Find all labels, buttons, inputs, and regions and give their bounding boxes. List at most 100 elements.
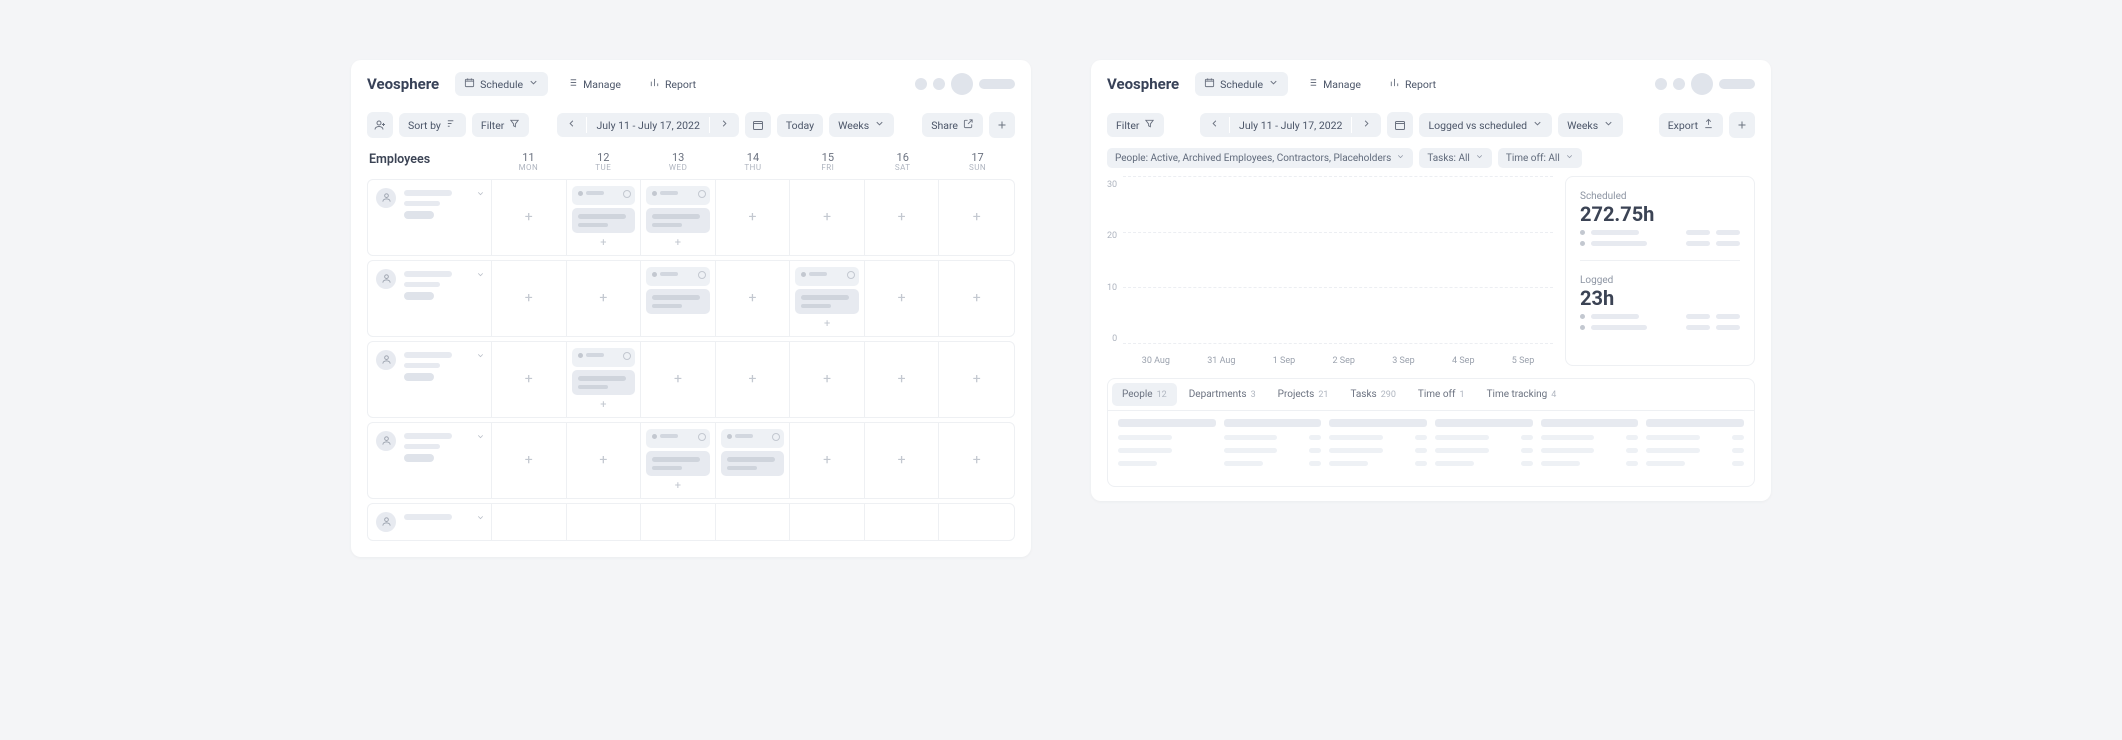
schedule-nav-button[interactable]: Schedule	[455, 72, 548, 96]
day-cell[interactable]: +	[492, 180, 567, 255]
share-button[interactable]: Share	[922, 113, 983, 137]
day-cell[interactable]: +	[567, 423, 642, 498]
add-task-icon[interactable]: +	[973, 209, 981, 225]
day-cell[interactable]	[865, 504, 940, 540]
task-card[interactable]	[572, 348, 636, 367]
calendar-picker-button[interactable]	[1387, 112, 1413, 138]
day-cell[interactable]: +	[865, 180, 940, 255]
add-task-icon[interactable]: +	[973, 290, 981, 306]
schedule-nav-button[interactable]: Schedule	[1195, 72, 1288, 96]
add-task-icon[interactable]: +	[646, 236, 710, 249]
chevron-down-icon[interactable]	[476, 512, 485, 525]
day-cell[interactable]: +	[716, 342, 791, 417]
report-nav-button[interactable]: Report	[1380, 72, 1445, 96]
day-cell[interactable]	[790, 504, 865, 540]
filter-button[interactable]: Filter	[1107, 113, 1164, 137]
task-card[interactable]	[572, 186, 636, 205]
day-cell[interactable]	[492, 504, 567, 540]
day-cell[interactable]: +	[641, 180, 716, 255]
manage-nav-button[interactable]: Manage	[558, 72, 630, 96]
add-task-icon[interactable]: +	[572, 398, 636, 411]
prev-button[interactable]	[1200, 113, 1229, 137]
add-person-button[interactable]	[367, 112, 393, 138]
export-button[interactable]: Export	[1659, 113, 1723, 137]
day-cell[interactable]	[716, 423, 791, 498]
task-card-expanded[interactable]	[572, 208, 636, 233]
add-task-icon[interactable]: +	[898, 452, 906, 468]
date-range-button[interactable]: July 11 - July 17, 2022	[587, 114, 708, 137]
task-card[interactable]	[646, 429, 710, 448]
day-cell[interactable]: +	[567, 261, 642, 336]
employee-cell[interactable]	[368, 342, 492, 417]
chevron-down-icon[interactable]	[476, 188, 485, 201]
next-button[interactable]	[1352, 113, 1381, 137]
day-cell[interactable]: +	[716, 180, 791, 255]
day-cell[interactable]: +	[939, 342, 1014, 417]
next-button[interactable]	[710, 113, 739, 137]
add-task-icon[interactable]: +	[674, 371, 682, 387]
manage-nav-button[interactable]: Manage	[1298, 72, 1370, 96]
day-cell[interactable]: +	[939, 180, 1014, 255]
people-filter-chip[interactable]: People: Active, Archived Employees, Cont…	[1107, 148, 1413, 168]
day-cell[interactable]: +	[790, 342, 865, 417]
calendar-picker-button[interactable]	[745, 112, 771, 138]
today-button[interactable]: Today	[777, 114, 823, 137]
add-task-icon[interactable]: +	[749, 290, 757, 306]
add-task-icon[interactable]: +	[525, 209, 533, 225]
task-card[interactable]	[721, 429, 785, 448]
day-cell[interactable]: +	[567, 180, 642, 255]
report-nav-button[interactable]: Report	[640, 72, 705, 96]
chevron-down-icon[interactable]	[476, 269, 485, 282]
chevron-down-icon[interactable]	[476, 350, 485, 363]
add-task-icon[interactable]: +	[525, 290, 533, 306]
add-button[interactable]	[989, 112, 1015, 138]
add-task-icon[interactable]: +	[823, 371, 831, 387]
add-task-icon[interactable]: +	[749, 209, 757, 225]
day-cell[interactable]: +	[939, 423, 1014, 498]
avatar[interactable]	[1691, 73, 1713, 95]
add-task-icon[interactable]: +	[823, 452, 831, 468]
tab-projects[interactable]: Projects21	[1268, 383, 1339, 406]
add-task-icon[interactable]: +	[599, 290, 607, 306]
task-card-expanded[interactable]	[646, 451, 710, 476]
day-cell[interactable]: +	[865, 261, 940, 336]
day-cell[interactable]	[939, 504, 1014, 540]
tab-tasks[interactable]: Tasks290	[1340, 383, 1405, 406]
add-task-icon[interactable]: +	[749, 371, 757, 387]
chevron-down-icon[interactable]	[476, 431, 485, 444]
add-task-icon[interactable]: +	[525, 371, 533, 387]
day-cell[interactable]: +	[641, 342, 716, 417]
add-task-icon[interactable]: +	[973, 452, 981, 468]
task-card-expanded[interactable]	[646, 289, 710, 314]
task-card-expanded[interactable]	[721, 451, 785, 476]
filter-button[interactable]: Filter	[472, 113, 529, 137]
add-task-icon[interactable]: +	[795, 317, 859, 330]
task-card[interactable]	[646, 267, 710, 286]
day-cell[interactable]: +	[790, 261, 865, 336]
day-cell[interactable]: +	[492, 342, 567, 417]
day-cell[interactable]	[641, 261, 716, 336]
add-task-icon[interactable]: +	[973, 371, 981, 387]
day-cell[interactable]: +	[865, 423, 940, 498]
add-task-icon[interactable]: +	[898, 290, 906, 306]
avatar[interactable]	[951, 73, 973, 95]
day-cell[interactable]: +	[492, 261, 567, 336]
employee-cell[interactable]	[368, 180, 492, 255]
employee-cell[interactable]	[368, 504, 492, 540]
day-cell[interactable]: +	[790, 423, 865, 498]
day-cell[interactable]: +	[865, 342, 940, 417]
tab-departments[interactable]: Departments3	[1179, 383, 1266, 406]
add-task-icon[interactable]: +	[525, 452, 533, 468]
date-range-button[interactable]: July 11 - July 17, 2022	[1230, 114, 1351, 137]
day-cell[interactable]: +	[790, 180, 865, 255]
add-task-icon[interactable]: +	[898, 371, 906, 387]
add-task-icon[interactable]: +	[599, 452, 607, 468]
task-card-expanded[interactable]	[795, 289, 859, 314]
tasks-filter-chip[interactable]: Tasks: All	[1419, 148, 1492, 168]
prev-button[interactable]	[557, 113, 586, 137]
tab-time-off[interactable]: Time off1	[1408, 383, 1475, 406]
task-card[interactable]	[646, 186, 710, 205]
sort-by-button[interactable]: Sort by	[399, 113, 466, 137]
add-task-icon[interactable]: +	[572, 236, 636, 249]
add-task-icon[interactable]: +	[646, 479, 710, 492]
